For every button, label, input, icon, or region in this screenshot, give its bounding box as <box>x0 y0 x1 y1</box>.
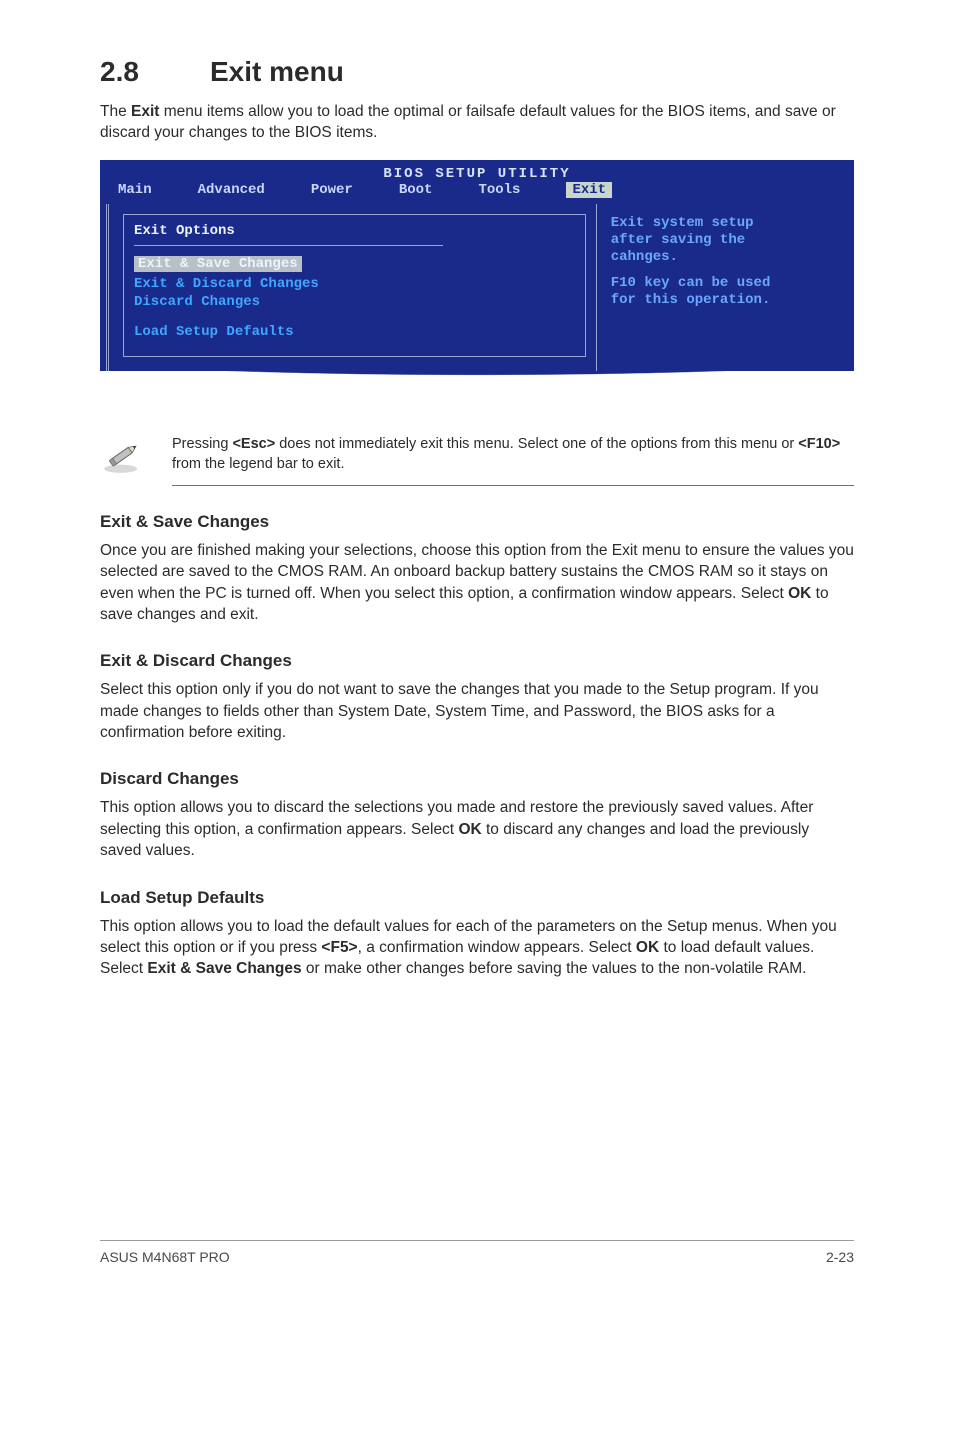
note-post: from the legend bar to exit. <box>172 456 345 472</box>
intro-post: menu items allow you to load the optimal… <box>100 103 836 141</box>
paragraph-exit-discard: Select this option only if you do not wa… <box>100 679 854 743</box>
bold-ok: OK <box>788 585 811 602</box>
text: or make other changes before saving the … <box>302 960 807 977</box>
bios-tab-advanced[interactable]: Advanced <box>198 182 283 198</box>
section-title: Exit menu <box>210 56 344 87</box>
note-separator <box>172 485 854 486</box>
bold-ok: OK <box>458 821 481 838</box>
footer-separator <box>100 1240 854 1241</box>
bios-bottom-curve <box>100 371 854 407</box>
note-text: Pressing <Esc> does not immediately exit… <box>172 435 854 474</box>
note-pre: Pressing <box>172 436 232 452</box>
intro-pre: The <box>100 103 131 120</box>
heading-discard: Discard Changes <box>100 769 854 789</box>
page-footer: ASUS M4N68T PRO 2-23 <box>0 1249 954 1299</box>
bios-help-line: for this operation. <box>611 292 834 308</box>
heading-exit-discard: Exit & Discard Changes <box>100 651 854 671</box>
bios-help-line: F10 key can be used <box>611 275 834 291</box>
bold-f5: <F5> <box>321 939 357 956</box>
bios-exit-options-heading: Exit Options <box>134 223 575 239</box>
note-row: Pressing <Esc> does not immediately exit… <box>100 433 854 477</box>
footer-left: ASUS M4N68T PRO <box>100 1249 230 1265</box>
section-number: 2.8 <box>100 56 210 88</box>
bios-title: BIOS SETUP UTILITY <box>100 160 854 182</box>
bios-item-exit-save[interactable]: Exit & Save Changes <box>134 256 302 272</box>
paragraph-load-defaults: This option allows you to load the defau… <box>100 916 854 980</box>
note-f10: <F10> <box>798 436 840 452</box>
bios-help-line: Exit system setup <box>611 215 834 231</box>
text: , a confirmation window appears. Select <box>358 939 636 956</box>
pencil-note-icon <box>100 433 144 477</box>
bios-tab-tools[interactable]: Tools <box>478 182 538 198</box>
bold-exit-save: Exit & Save Changes <box>147 960 301 977</box>
footer-right: 2-23 <box>826 1249 854 1265</box>
note-esc: <Esc> <box>232 436 275 452</box>
bios-tab-power[interactable]: Power <box>311 182 371 198</box>
bios-item-exit-discard[interactable]: Exit & Discard Changes <box>134 276 575 292</box>
bios-help-line: cahnges. <box>611 249 834 265</box>
paragraph-discard: This option allows you to discard the se… <box>100 797 854 861</box>
paragraph-exit-save: Once you are finished making your select… <box>100 540 854 626</box>
bios-help-line: after saving the <box>611 232 834 248</box>
bios-item-discard[interactable]: Discard Changes <box>134 294 575 310</box>
intro-paragraph: The Exit menu items allow you to load th… <box>100 102 854 144</box>
text: Once you are finished making your select… <box>100 542 854 602</box>
bios-item-load-defaults[interactable]: Load Setup Defaults <box>134 324 575 340</box>
section-heading: 2.8Exit menu <box>100 56 854 88</box>
bios-panel: BIOS SETUP UTILITY Main Advanced Power B… <box>100 160 854 407</box>
heading-exit-save: Exit & Save Changes <box>100 512 854 532</box>
note-mid: does not immediately exit this menu. Sel… <box>275 436 798 452</box>
bold-ok: OK <box>636 939 659 956</box>
bios-tab-main[interactable]: Main <box>118 182 170 198</box>
bios-help-pane: Exit system setup after saving the cahng… <box>596 204 848 371</box>
bios-tab-boot[interactable]: Boot <box>399 182 451 198</box>
intro-bold-exit: Exit <box>131 103 159 120</box>
bios-tab-bar: Main Advanced Power Boot Tools Exit <box>100 182 854 204</box>
heading-load-defaults: Load Setup Defaults <box>100 888 854 908</box>
bios-tab-exit[interactable]: Exit <box>566 182 612 198</box>
bios-divider <box>134 245 443 246</box>
